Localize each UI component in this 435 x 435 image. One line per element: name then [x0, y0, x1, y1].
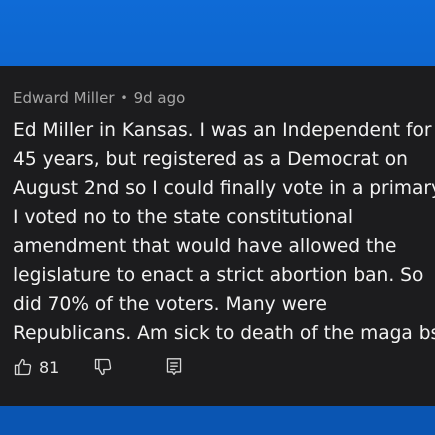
comment-line: did 70% of the voters. Many were: [13, 294, 327, 315]
comment-age: 9d ago: [133, 89, 186, 107]
comment-body: Ed Miller in Kansas. I was an Independen…: [13, 116, 435, 348]
author-name[interactable]: Edward Miller: [13, 89, 115, 107]
comment-actions: 81: [13, 355, 183, 379]
thumbs-down-icon: [93, 357, 113, 377]
comment-icon: [165, 357, 183, 377]
comment-line: amendment that would have allowed the: [13, 236, 397, 257]
reply-button[interactable]: [165, 357, 183, 377]
dislike-button[interactable]: [93, 357, 113, 377]
comment-line: Ed Miller in Kansas. I was an Independen…: [13, 120, 432, 141]
bottom-bar: [0, 406, 435, 435]
like-count: 81: [39, 357, 60, 377]
comment-line: legislature to enact a strict abortion b…: [13, 265, 424, 286]
comment-line: Republicans. Am sick to death of the mag…: [13, 323, 435, 344]
comment-header: Edward Miller • 9d ago: [13, 89, 185, 107]
comment-line: I voted no to the state constitutional: [13, 207, 354, 228]
thumbs-up-icon: [13, 357, 33, 377]
meta-separator: •: [120, 91, 128, 105]
screen: Edward Miller • 9d ago Ed Miller in Kansas…: [0, 0, 435, 435]
comment-line: 45 years, but registered as a Democrat o…: [13, 149, 408, 170]
like-button[interactable]: 81: [13, 357, 59, 377]
comment-line: August 2nd so I could finally vote in a …: [13, 178, 435, 199]
